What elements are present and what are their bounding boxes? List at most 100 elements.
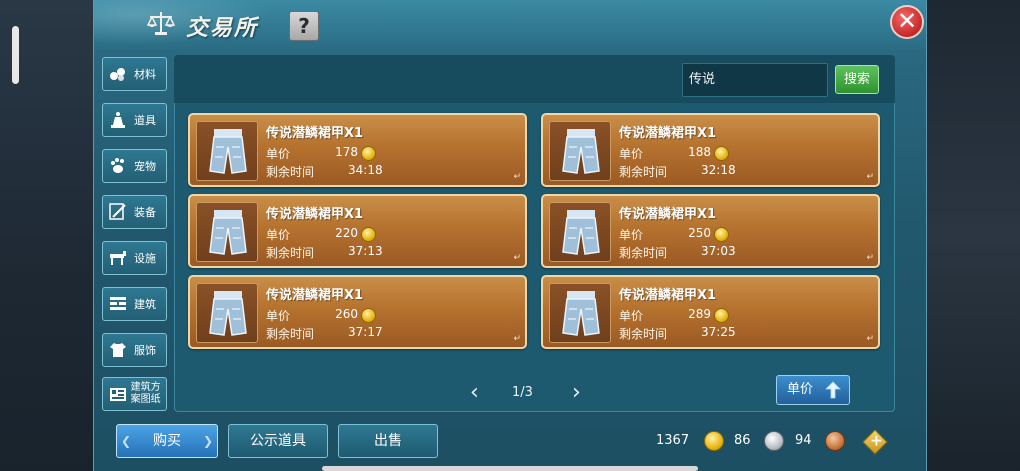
paw-icon	[108, 156, 128, 176]
close-button[interactable]: ✕	[890, 5, 924, 39]
listing-card[interactable]: 传说潜鳞裙甲X1 单价 178 剩余时间 34:18 ↵	[188, 113, 527, 187]
sort-label: 单价	[787, 382, 814, 397]
listing-time: 37:17	[348, 325, 383, 339]
search-button[interactable]: 搜索	[835, 65, 879, 94]
add-currency-button[interactable]: +	[862, 429, 888, 455]
price-label: 单价	[619, 147, 644, 161]
scale-icon	[146, 12, 176, 35]
gold-coin-icon	[704, 431, 724, 451]
armor-skirt-icon	[549, 202, 611, 262]
blueprint-icon	[108, 384, 128, 404]
listing-name: 传说潜鳞裙甲X1	[266, 207, 364, 222]
gold-coin-icon	[361, 146, 376, 161]
armor-skirt-icon	[549, 283, 611, 343]
listing-card[interactable]: 传说潜鳞裙甲X1 单价 188 剩余时间 32:18 ↵	[541, 113, 880, 187]
search-bar: 传说 搜索	[174, 55, 895, 103]
window-header: 交易所 ?	[94, 0, 926, 50]
corner-icon: ↵	[866, 334, 874, 344]
time-label: 剩余时间	[619, 165, 668, 179]
listing-time: 34:18	[348, 163, 383, 177]
listing-panel: 传说 搜索 传说潜鳞裙甲X1 单价 178 剩余时间 34:18 ↵ 传说潜鳞裙…	[174, 55, 895, 412]
home-indicator[interactable]	[322, 466, 698, 471]
category-equipment[interactable]: 装备	[102, 195, 167, 229]
listing-card[interactable]: 传说潜鳞裙甲X1 单价 250 剩余时间 37:03 ↵	[541, 194, 880, 268]
buy-tab-button[interactable]: ❮ 购买 ❯	[116, 424, 218, 458]
category-materials[interactable]: 材料	[102, 57, 167, 91]
next-page-button[interactable]: ›	[572, 382, 581, 404]
listing-name: 传说潜鳞裙甲X1	[619, 288, 717, 303]
sell-tab-button[interactable]: 出售	[338, 424, 438, 458]
time-label: 剩余时间	[266, 327, 315, 341]
help-button[interactable]: ?	[289, 11, 319, 41]
armor-skirt-icon	[196, 121, 258, 181]
category-label: 宠物	[134, 160, 156, 173]
category-label: 道具	[134, 114, 156, 127]
silver-amount: 86	[734, 433, 751, 448]
sort-arrow-icon	[825, 381, 841, 399]
corner-icon: ↵	[866, 172, 874, 182]
category-pets[interactable]: 宠物	[102, 149, 167, 183]
gold-coin-icon	[714, 146, 729, 161]
bell-icon	[108, 110, 128, 130]
copper-amount: 94	[795, 433, 812, 448]
category-label: 设施	[134, 252, 156, 265]
listing-price: 188	[688, 145, 711, 159]
listing-price: 289	[688, 307, 711, 321]
prev-page-button[interactable]: ‹	[470, 382, 479, 404]
corner-icon: ↵	[513, 334, 521, 344]
plus-icon: +	[870, 431, 883, 450]
listing-time: 37:25	[701, 325, 736, 339]
category-clothing[interactable]: 服饰	[102, 333, 167, 367]
listing-name: 传说潜鳞裙甲X1	[266, 126, 364, 141]
category-label: 装备	[134, 206, 156, 219]
search-input[interactable]: 传说	[682, 63, 828, 97]
category-facilities[interactable]: 设施	[102, 241, 167, 275]
shirt-icon	[108, 340, 128, 360]
window-title: 交易所	[186, 15, 259, 41]
silver-coin-icon	[764, 431, 784, 451]
category-blueprints[interactable]: 建筑方案图纸	[102, 377, 167, 411]
corner-icon: ↵	[866, 253, 874, 263]
public-items-tab-button[interactable]: 公示道具	[228, 424, 328, 458]
listing-name: 传说潜鳞裙甲X1	[619, 126, 717, 141]
category-label: 材料	[134, 68, 156, 81]
listing-name: 传说潜鳞裙甲X1	[619, 207, 717, 222]
listing-name: 传说潜鳞裙甲X1	[266, 288, 364, 303]
time-label: 剩余时间	[266, 246, 315, 260]
page-indicator: 1/3	[512, 385, 533, 400]
armor-skirt-icon	[549, 121, 611, 181]
side-drawer-handle[interactable]	[12, 26, 19, 84]
wall-icon	[108, 294, 128, 314]
listing-price: 250	[688, 226, 711, 240]
listing-card[interactable]: 传说潜鳞裙甲X1 单价 289 剩余时间 37:25 ↵	[541, 275, 880, 349]
time-label: 剩余时间	[619, 327, 668, 341]
listing-price: 260	[335, 307, 358, 321]
armor-skirt-icon	[196, 283, 258, 343]
listing-price: 178	[335, 145, 358, 159]
category-label: 建筑方案图纸	[130, 382, 161, 405]
copper-coin-icon	[825, 431, 845, 451]
background-right	[924, 0, 1020, 471]
listing-time: 37:03	[701, 244, 736, 258]
corner-icon: ↵	[513, 253, 521, 263]
sort-by-price-button[interactable]: 单价	[776, 375, 850, 405]
category-buildings[interactable]: 建筑	[102, 287, 167, 321]
price-label: 单价	[619, 228, 644, 242]
category-label: 服饰	[134, 344, 156, 357]
corner-icon: ↵	[513, 172, 521, 182]
listing-card[interactable]: 传说潜鳞裙甲X1 单价 260 剩余时间 37:17 ↵	[188, 275, 527, 349]
listing-time: 37:13	[348, 244, 383, 258]
price-label: 单价	[266, 228, 291, 242]
exchange-window: 交易所 ? 材料 道具 宠物 装备 设施 建筑 服饰 建筑方案图纸 传说 搜索 …	[93, 0, 927, 471]
gold-amount: 1367	[656, 433, 690, 448]
chevron-right-icon: ❯	[202, 434, 213, 448]
armor-skirt-icon	[196, 202, 258, 262]
gold-coin-icon	[361, 227, 376, 242]
time-label: 剩余时间	[619, 246, 668, 260]
ore-icon	[108, 64, 128, 84]
listing-time: 32:18	[701, 163, 736, 177]
category-items[interactable]: 道具	[102, 103, 167, 137]
sword-icon	[108, 202, 128, 222]
horse-icon	[108, 248, 128, 268]
listing-card[interactable]: 传说潜鳞裙甲X1 单价 220 剩余时间 37:13 ↵	[188, 194, 527, 268]
